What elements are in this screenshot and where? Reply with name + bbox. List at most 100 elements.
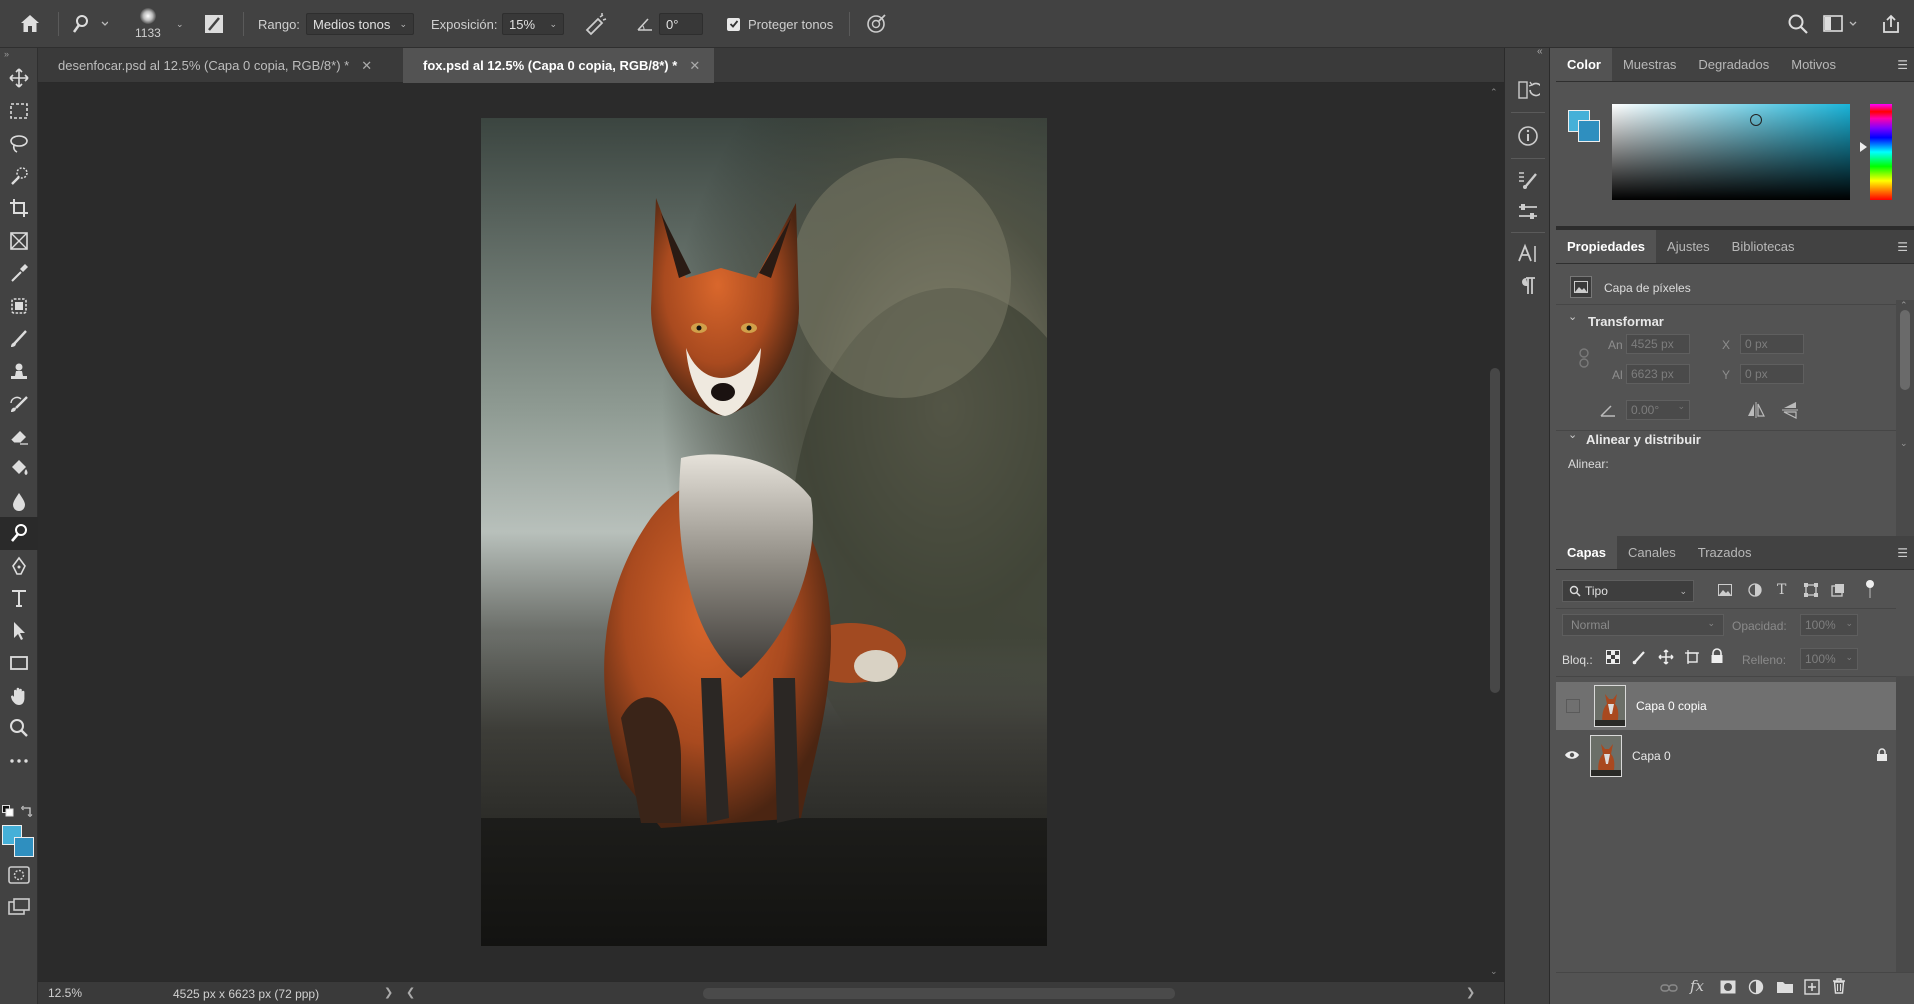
tab-libraries[interactable]: Bibliotecas [1721,230,1806,263]
zoom-level[interactable]: 12.5% [48,986,82,1000]
zoom-tool[interactable] [0,712,38,745]
collapse-dock-icon[interactable]: « [1537,46,1543,57]
chevron-down-icon[interactable]: ⌄ [170,0,184,48]
lock-all-icon[interactable] [1710,648,1724,667]
hand-tool[interactable] [0,680,38,713]
align-section-title[interactable]: Alinear y distribuir [1586,432,1701,447]
eyedropper-tool[interactable] [0,257,38,290]
history-brush-tool[interactable] [0,387,38,420]
path-selection-tool[interactable] [0,615,38,648]
eye-icon[interactable] [1564,749,1582,763]
lock-pixels-icon[interactable] [1632,649,1648,668]
stamp-tool[interactable] [0,355,38,388]
search-icon[interactable] [1787,0,1809,48]
close-icon[interactable]: ✕ [689,58,700,74]
horizontal-scroll-thumb[interactable] [703,988,1175,999]
y-field[interactable]: 0 px [1740,364,1804,384]
layer-row-capa-0-copia[interactable]: Capa 0 copia [1556,682,1896,730]
paragraph-icon[interactable] [1516,274,1540,298]
dodge-tool[interactable] [0,517,38,550]
exposure-field[interactable]: 15% ⌄ [502,13,564,35]
blend-mode-select[interactable]: Normal ⌄ [1562,614,1724,636]
chevron-down-icon[interactable]: ⌄ [1568,310,1577,323]
brush-tool[interactable] [0,322,38,355]
character-icon[interactable] [1516,242,1540,266]
scroll-down-icon[interactable]: ⌄ [1900,438,1908,449]
layer-name[interactable]: Capa 0 copia [1636,699,1707,713]
document-image[interactable] [481,118,1047,946]
tab-adjustments[interactable]: Ajustes [1656,230,1721,263]
lock-transparent-icon[interactable] [1606,650,1620,667]
history-icon[interactable] [1516,78,1543,102]
more-tools[interactable] [0,745,38,778]
layer-row-capa-0[interactable]: Capa 0 [1556,732,1896,780]
tab-desenfocar[interactable]: desenfocar.psd al 12.5% (Capa 0 copia, R… [38,48,386,83]
tab-fox[interactable]: fox.psd al 12.5% (Capa 0 copia, RGB/8*) … [403,48,715,83]
blur-tool[interactable] [0,485,38,518]
home-icon[interactable] [18,0,42,48]
scroll-up-icon[interactable]: ⌃ [1490,87,1498,98]
chevron-down-icon[interactable]: ⌄ [1568,428,1577,441]
lock-position-icon[interactable] [1658,649,1674,668]
width-field[interactable]: 4525 px [1626,334,1690,354]
hue-slider[interactable] [1870,104,1892,200]
swap-colors-icon[interactable] [21,805,33,820]
color-bg-swatch[interactable] [1578,120,1600,142]
tab-paths[interactable]: Trazados [1687,536,1763,569]
tab-properties[interactable]: Propiedades [1556,230,1657,263]
brush-settings-icon[interactable] [202,0,226,48]
move-tool[interactable] [0,62,38,95]
color-picker-cursor[interactable] [1750,114,1762,126]
layer-style-fx-icon[interactable]: fx [1690,977,1704,995]
angle-field[interactable]: 0.00° ⌄ [1626,400,1690,420]
adjustments-sliders-icon[interactable] [1516,200,1540,224]
tab-gradients[interactable]: Degradados [1687,48,1780,81]
tab-swatches[interactable]: Muestras [1612,48,1687,81]
new-layer-icon[interactable] [1804,979,1820,998]
frame-tool[interactable] [0,225,38,258]
filter-pixel-icon[interactable] [1718,584,1732,599]
tab-layers[interactable]: Capas [1556,536,1618,569]
add-mask-icon[interactable] [1720,980,1736,997]
vertical-scroll-thumb[interactable] [1490,368,1500,693]
tab-color[interactable]: Color [1556,48,1612,81]
filter-adjustment-icon[interactable] [1748,583,1762,600]
layer-name[interactable]: Capa 0 [1632,749,1671,763]
brush-size-picker[interactable]: 1133 [135,0,161,48]
layer-filter-select[interactable]: Tipo ⌄ [1562,580,1694,602]
background-color-swatch[interactable] [14,837,34,857]
canvas-area[interactable] [38,83,1486,981]
opacity-field[interactable]: 100% ⌄ [1800,614,1858,636]
transform-section-title[interactable]: Transformar [1588,314,1664,329]
delete-layer-trash-icon[interactable] [1832,978,1846,997]
scroll-down-icon[interactable]: ⌄ [1490,966,1498,977]
tab-patterns[interactable]: Motivos [1780,48,1847,81]
angle-field[interactable]: 0° [659,13,703,35]
patch-tool[interactable] [0,290,38,323]
layers-scrollbar[interactable] [1896,676,1914,972]
panel-menu-icon[interactable]: ☰ [1897,240,1908,254]
protect-tones-checkbox[interactable]: Proteger tonos [727,0,833,48]
filter-toggle-switch[interactable] [1866,580,1876,602]
range-select[interactable]: Medios tonos ⌄ [306,13,414,35]
workspace-icon[interactable] [1822,0,1858,48]
vertical-scrollbar[interactable]: ⌃ ⌄ [1486,83,1504,981]
quick-selection-tool[interactable] [0,160,38,193]
height-field[interactable]: 6623 px [1626,364,1690,384]
flip-horizontal-icon[interactable] [1746,402,1766,421]
flip-vertical-icon[interactable] [1782,400,1798,423]
pen-tool[interactable] [0,550,38,583]
collapse-toolbar-icon[interactable]: » [0,48,37,62]
visibility-toggle-empty[interactable] [1566,699,1580,713]
x-field[interactable]: 0 px [1740,334,1804,354]
status-menu-arrow[interactable]: ❯ [384,986,393,999]
tab-channels[interactable]: Canales [1617,536,1687,569]
quick-mask-icon[interactable] [8,866,30,887]
link-layers-icon[interactable] [1660,982,1678,997]
scroll-left-icon[interactable]: ❮ [406,986,415,999]
eraser-tool[interactable] [0,420,38,453]
lock-artboard-icon[interactable] [1684,649,1700,668]
share-icon[interactable] [1880,0,1902,48]
filter-smart-object-icon[interactable] [1831,583,1845,600]
default-colors-icon[interactable] [2,805,14,820]
